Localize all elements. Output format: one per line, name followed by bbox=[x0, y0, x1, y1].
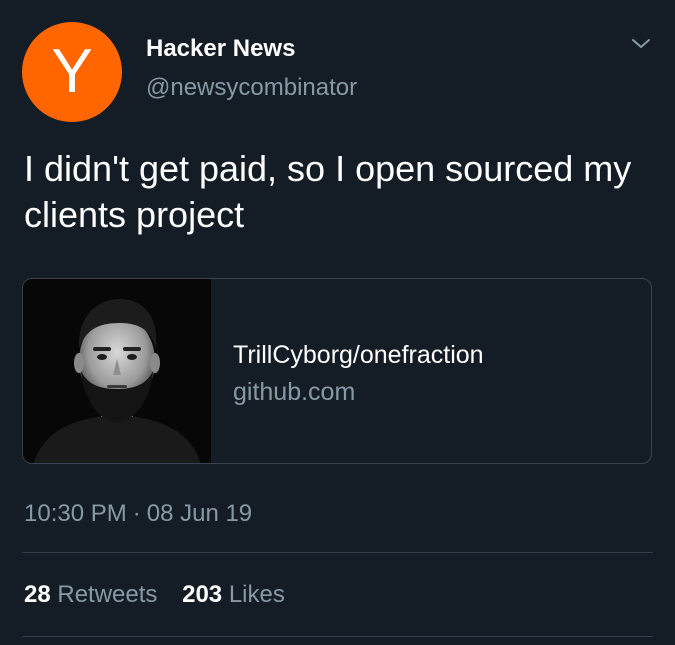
link-preview-card[interactable]: TrillCyborg/onefraction github.com bbox=[22, 278, 652, 464]
display-name[interactable]: Hacker News bbox=[146, 35, 295, 63]
engagement-stats: 28 Retweets 203 Likes bbox=[24, 581, 303, 609]
card-thumbnail bbox=[23, 279, 211, 463]
likes-label: Likes bbox=[228, 581, 285, 608]
divider bbox=[22, 636, 653, 637]
card-title[interactable]: TrillCyborg/onefraction bbox=[233, 341, 484, 370]
avatar[interactable]: Y bbox=[22, 22, 122, 122]
user-handle[interactable]: @newsycombinator bbox=[146, 74, 357, 102]
tweet-text: I didn't get paid, so I open sourced my … bbox=[24, 148, 632, 235]
divider bbox=[22, 552, 653, 553]
card-domain: github.com bbox=[233, 378, 356, 406]
tweet-timestamp[interactable]: 10:30 PM · 08 Jun 19 bbox=[24, 500, 252, 528]
retweets-stat[interactable]: 28 Retweets bbox=[24, 581, 157, 609]
chevron-down-icon[interactable] bbox=[630, 36, 652, 52]
tweet-detail: Y Hacker News @newsycombinator I didn't … bbox=[0, 0, 675, 645]
tweet-time: 10:30 PM bbox=[24, 500, 127, 527]
ycombinator-logo-icon: Y bbox=[51, 37, 93, 106]
likes-stat[interactable]: 203 Likes bbox=[182, 581, 285, 609]
tweet-date: 08 Jun 19 bbox=[146, 500, 253, 527]
likes-count: 203 bbox=[182, 581, 223, 608]
timestamp-separator: · bbox=[132, 500, 141, 527]
retweets-count: 28 bbox=[24, 581, 51, 608]
retweets-label: Retweets bbox=[57, 581, 158, 608]
